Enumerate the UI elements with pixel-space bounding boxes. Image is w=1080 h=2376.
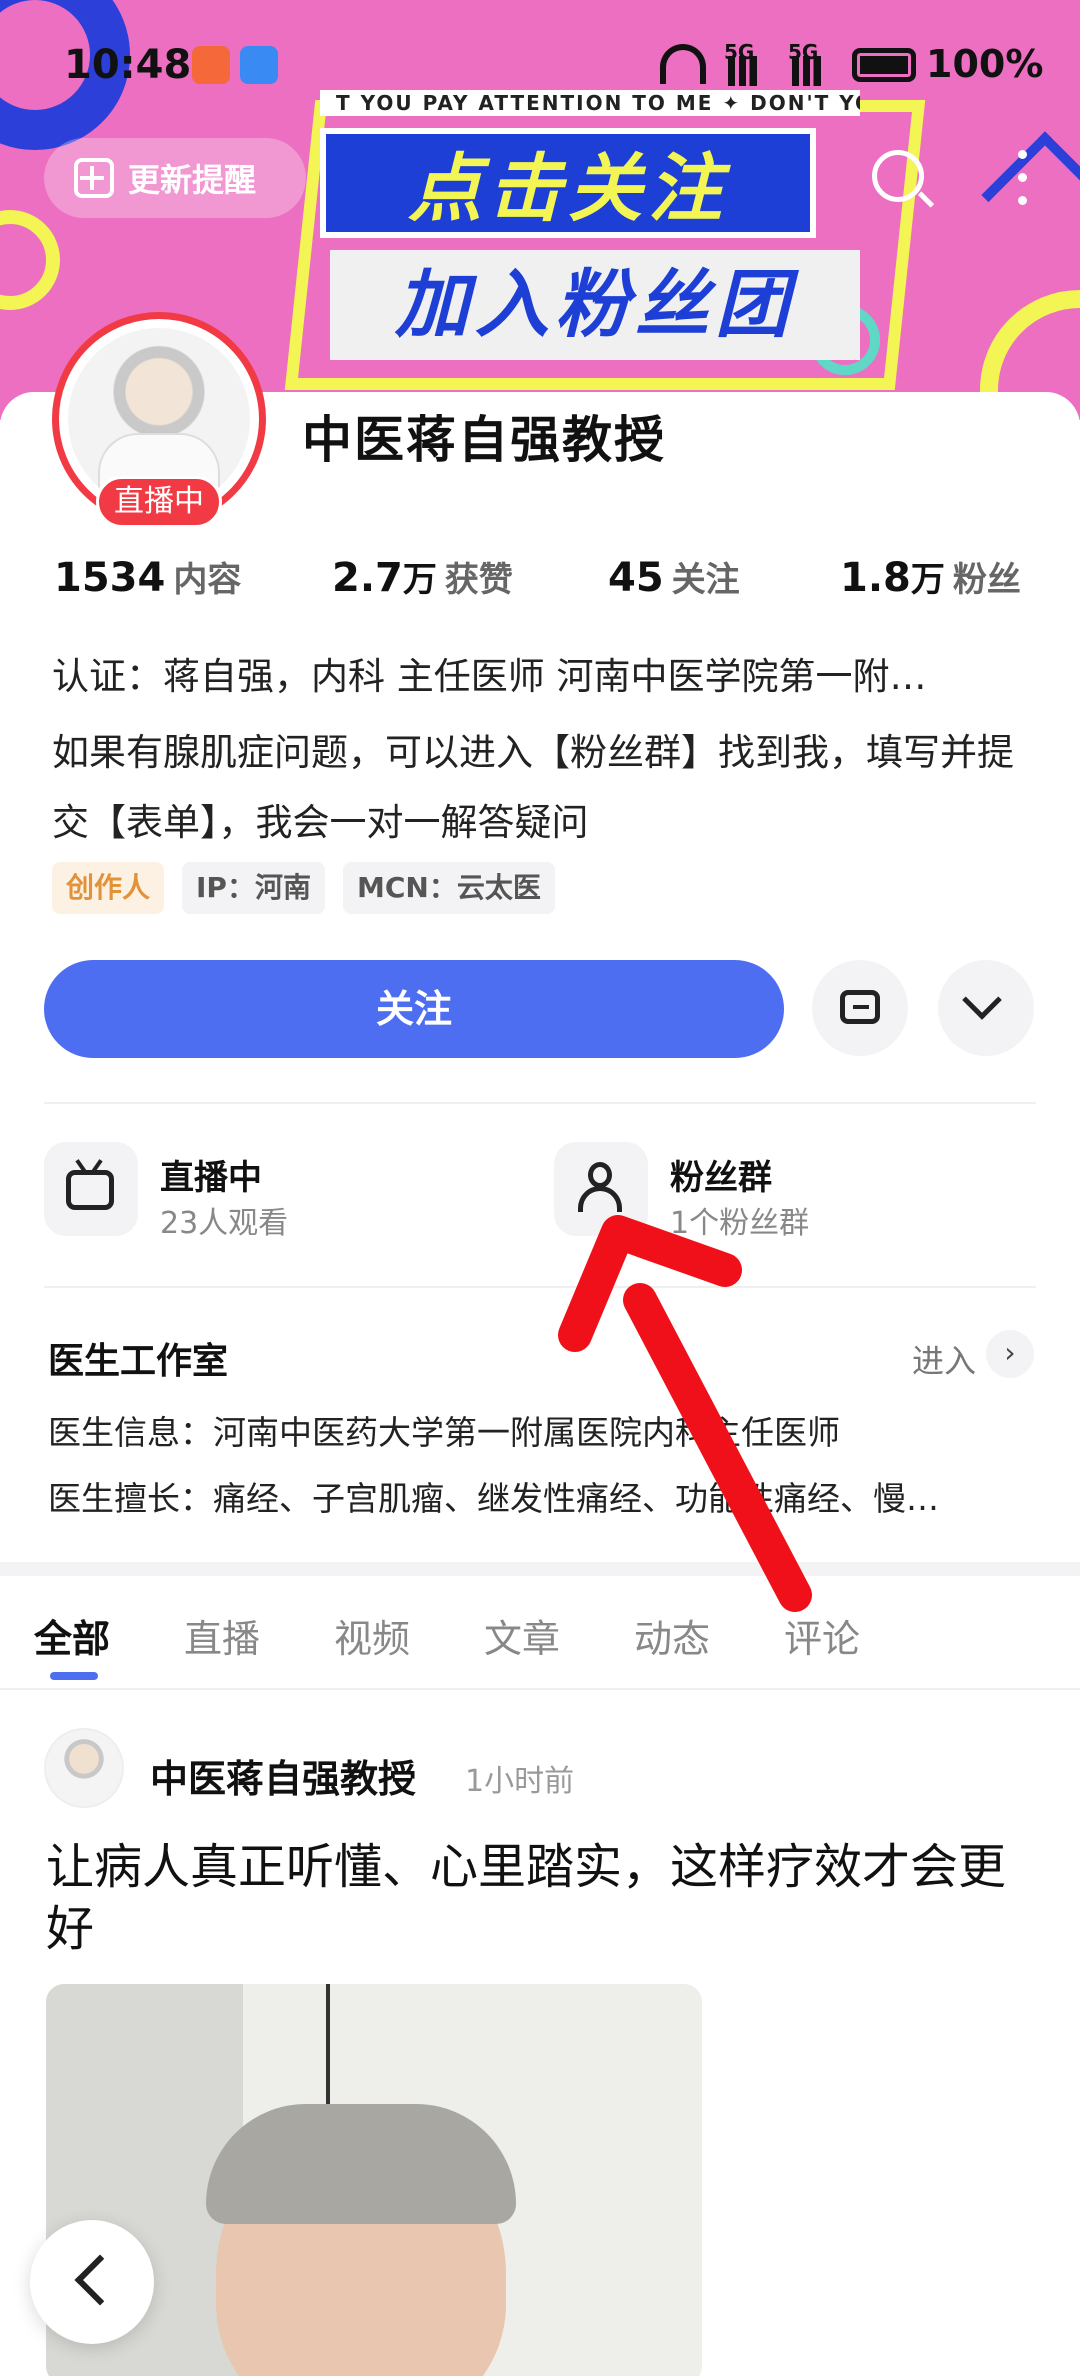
update-reminder-label: 更新提醒	[128, 161, 257, 199]
banner-headline-1: 点击关注	[408, 146, 728, 232]
signal-icon	[728, 56, 764, 86]
stat-unit: 万	[910, 560, 945, 600]
battery-level: 100%	[926, 42, 1044, 86]
battery-icon	[852, 48, 916, 82]
stat-value: 1.8	[840, 555, 911, 601]
post-author-avatar[interactable]	[44, 1728, 124, 1808]
banner-decoration	[0, 210, 60, 310]
stat-label: 粉丝	[952, 560, 1021, 600]
fan-group-entry[interactable]: 粉丝群 1个粉丝群	[554, 1142, 974, 1241]
chevron-right-icon[interactable]: ›	[986, 1330, 1034, 1378]
bio-text: 如果有腺肌症问题，可以进入【粉丝群】找到我，填写并提交【表单】，我会一对一解答疑…	[52, 731, 1014, 844]
live-badge[interactable]: 直播中	[96, 476, 222, 528]
tab-updates[interactable]: 动态	[634, 1608, 710, 1663]
stat-value: 1534	[54, 555, 166, 601]
back-button[interactable]	[30, 2220, 154, 2344]
profile-name: 中医蒋自强教授	[302, 411, 666, 469]
message-icon	[840, 990, 880, 1024]
banner-headline-box: 加入粉丝团	[330, 250, 860, 360]
app-notification-icon	[240, 46, 278, 84]
tab-live[interactable]: 直播	[184, 1608, 260, 1663]
tab-indicator	[50, 1672, 98, 1680]
certification-text[interactable]: 认证：蒋自强，内科 主任医师 河南中医学院第一附…	[52, 646, 1032, 700]
status-bar: 10:48 5G 5G 100%	[0, 0, 1080, 130]
tab-video[interactable]: 视频	[334, 1608, 410, 1663]
tab-article[interactable]: 文章	[484, 1608, 560, 1663]
stat-likes[interactable]: 2.7万 获赞	[332, 552, 513, 601]
doctor-specialty: 医生擅长：痛经、子宫肌瘤、继发性痛经、功能性痛经、慢…	[48, 1479, 939, 1518]
stat-value: 45	[608, 555, 664, 601]
stat-value: 2.7	[332, 555, 403, 601]
studio-title: 医生工作室	[48, 1341, 229, 1382]
post-title[interactable]: 让病人真正听懂、心里踏实，这样疗效才会更好	[46, 1836, 1046, 1960]
stat-label: 获赞	[444, 560, 513, 600]
live-entry-icon-box	[44, 1142, 138, 1236]
fan-group-subtitle: 1个粉丝群	[670, 1206, 810, 1241]
post-image[interactable]	[46, 1984, 702, 2376]
tag-ip: IP：河南	[182, 862, 325, 914]
section-separator	[0, 1562, 1080, 1576]
update-reminder-button[interactable]: 更新提醒	[44, 138, 306, 218]
status-time: 10:48	[64, 42, 192, 88]
post-time: 1小时前	[465, 1764, 575, 1799]
profile-tags: 创作人 IP：河南 MCN：云太医	[52, 862, 555, 914]
chevron-left-icon	[74, 2254, 126, 2306]
app-notification-icon	[192, 46, 230, 84]
tab-comments[interactable]: 评论	[784, 1608, 860, 1663]
studio-enter-link[interactable]: 进入	[912, 1336, 976, 1382]
banner-decoration	[981, 131, 1080, 259]
banner-headline-2: 加入粉丝团	[395, 262, 795, 348]
expand-button[interactable]	[938, 960, 1034, 1056]
wifi-icon	[660, 44, 706, 84]
tv-icon	[66, 1170, 114, 1210]
follow-button[interactable]: 关注	[44, 960, 784, 1058]
stat-following[interactable]: 45 关注	[608, 552, 740, 601]
message-button[interactable]	[812, 960, 908, 1056]
live-entry[interactable]: 直播中 23人观看	[44, 1142, 464, 1241]
search-icon[interactable]	[872, 150, 924, 202]
profile-stats: 1534 内容 2.7万 获赞 45 关注 1.8万 粉丝	[54, 552, 1034, 612]
divider	[44, 1102, 1036, 1104]
tab-all[interactable]: 全部	[34, 1608, 110, 1663]
people-icon	[578, 1162, 622, 1214]
stat-content[interactable]: 1534 内容	[54, 552, 241, 601]
stat-fans[interactable]: 1.8万 粉丝	[840, 552, 1021, 601]
stat-unit: 万	[402, 560, 437, 600]
live-entry-subtitle: 23人观看	[160, 1206, 289, 1241]
fan-group-title: 粉丝群	[670, 1158, 772, 1198]
fan-group-icon-box	[554, 1142, 648, 1236]
content-tabs: 全部 直播 视频 文章 动态 评论	[0, 1576, 1080, 1690]
live-entry-title: 直播中	[160, 1158, 262, 1198]
more-icon[interactable]	[1018, 150, 1028, 206]
stat-label: 内容	[173, 560, 242, 600]
post-author-name[interactable]: 中医蒋自强教授	[150, 1748, 416, 1803]
banner-headline-box: 点击关注	[320, 128, 816, 238]
doctor-info: 医生信息：河南中医药大学第一附属医院内科主任医师	[48, 1413, 840, 1452]
signal-icon	[792, 56, 828, 86]
tag-creator[interactable]: 创作人	[52, 862, 165, 914]
divider	[44, 1286, 1036, 1288]
stat-label: 关注	[671, 560, 740, 600]
chevron-down-icon	[962, 980, 1002, 1020]
add-bookmark-icon	[74, 158, 114, 198]
tag-mcn[interactable]: MCN：云太医	[342, 862, 555, 914]
